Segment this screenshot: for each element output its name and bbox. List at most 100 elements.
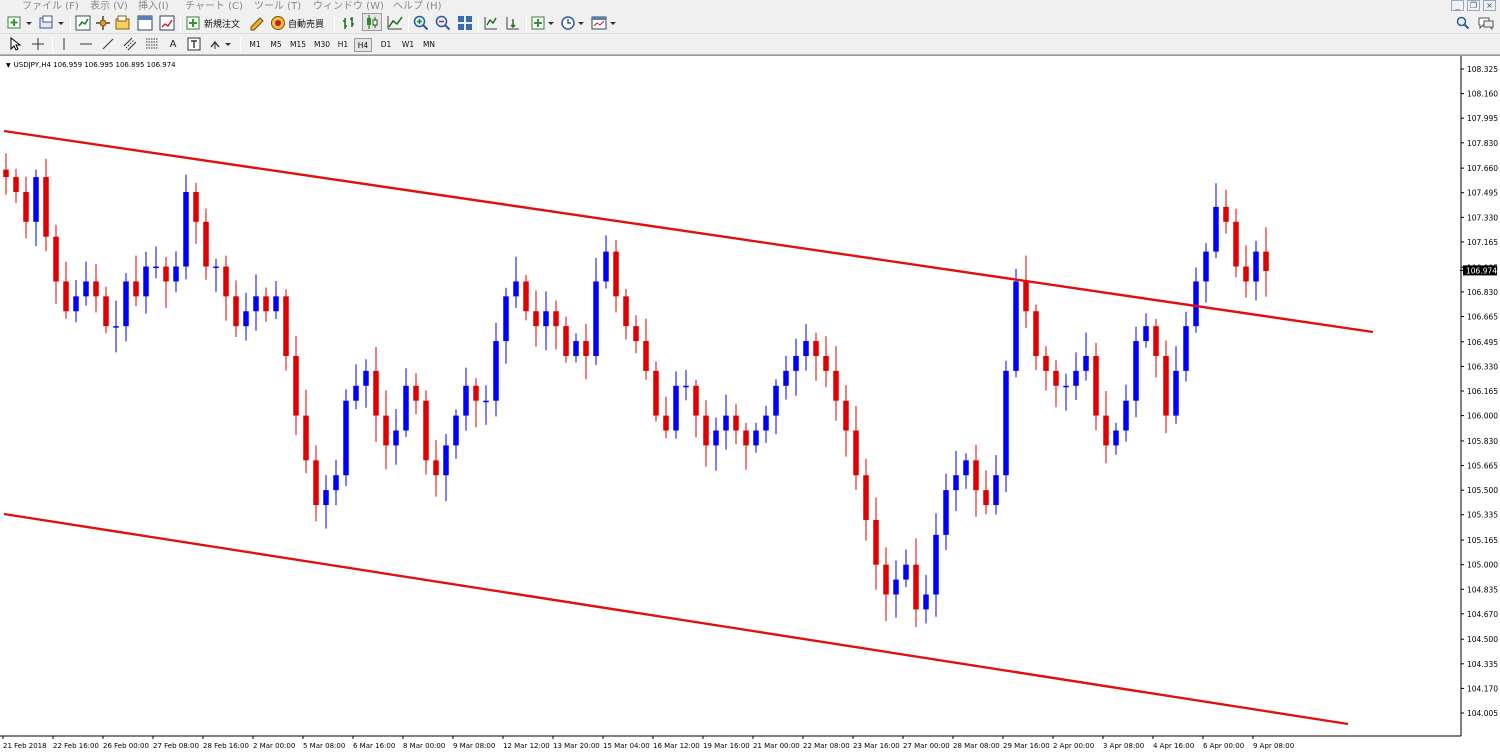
price-chart[interactable]: 108.325 108.160 107.995 107.830 107.660 107.4… xyxy=(0,55,1500,752)
bullish-candle xyxy=(33,177,39,222)
indicators-icon xyxy=(531,16,554,30)
menu-view[interactable]: 表示 (V) xyxy=(90,0,128,12)
zoom-out-icon xyxy=(435,15,451,31)
strategy-tester-button[interactable] xyxy=(158,14,176,32)
market-watch-button[interactable] xyxy=(74,14,92,32)
terminal-button[interactable] xyxy=(136,14,154,32)
price-tick-label: 106.000 xyxy=(1467,412,1498,421)
bullish-candle xyxy=(963,460,969,476)
trendline-button[interactable] xyxy=(100,35,116,53)
arrows-button[interactable] xyxy=(208,35,234,53)
periods-button[interactable] xyxy=(560,14,586,32)
bullish-candle xyxy=(573,341,579,356)
new-order-button[interactable]: 新規注文 xyxy=(186,14,240,32)
navigator-button[interactable] xyxy=(94,14,112,32)
bullish-candle xyxy=(543,311,549,327)
time-tick-label: 22 Feb 16:00 xyxy=(53,742,99,750)
vertical-line-button[interactable] xyxy=(58,35,70,53)
price-tick-label: 105.335 xyxy=(1467,511,1498,520)
horizontal-line-button[interactable] xyxy=(78,35,94,53)
bearish-candle xyxy=(413,385,419,401)
equidistant-channel-button[interactable] xyxy=(122,35,138,53)
metaeditor-button[interactable] xyxy=(248,14,266,32)
text-label-button[interactable] xyxy=(186,35,202,53)
indicators-button[interactable] xyxy=(530,14,556,32)
bullish-candle xyxy=(113,326,119,328)
timeframe-mn[interactable]: MN xyxy=(420,38,438,52)
bearish-candle xyxy=(3,169,9,178)
bearish-candle xyxy=(983,490,989,506)
crosshair-button[interactable] xyxy=(30,35,46,53)
new-chart-button[interactable] xyxy=(6,14,34,32)
templates-button[interactable] xyxy=(590,14,618,32)
bearish-candle xyxy=(533,311,539,327)
menu-chart[interactable]: チャート (C) xyxy=(185,0,243,12)
price-tick-label: 105.165 xyxy=(1467,536,1498,545)
bearish-candle xyxy=(873,519,879,565)
profiles-button[interactable] xyxy=(38,14,66,32)
fibonacci-button[interactable] xyxy=(144,35,160,53)
chat-button[interactable] xyxy=(1478,15,1494,34)
timeframe-d1[interactable]: D1 xyxy=(378,38,394,52)
zoom-out-button[interactable] xyxy=(434,14,452,32)
chart-menu-triangle-icon[interactable]: ▼ xyxy=(6,62,11,69)
bullish-candle xyxy=(123,281,129,327)
bullish-candle xyxy=(1173,370,1179,416)
bearish-candle xyxy=(643,341,649,371)
tile-windows-button[interactable] xyxy=(456,14,474,32)
minimize-button[interactable]: _ xyxy=(1451,0,1464,11)
crosshair-icon xyxy=(32,38,44,50)
timeframe-m30[interactable]: M30 xyxy=(312,38,332,52)
timeframe-m5[interactable]: M5 xyxy=(268,38,284,52)
current-price-label: 106.974 xyxy=(1466,266,1497,275)
price-tick-label: 106.165 xyxy=(1467,387,1498,396)
chat-icon xyxy=(1478,17,1494,31)
timeframe-w1[interactable]: W1 xyxy=(400,38,416,52)
restore-button[interactable]: ❐ xyxy=(1467,0,1480,11)
fibonacci-icon xyxy=(146,38,158,49)
bearish-candle xyxy=(223,266,229,297)
cursor-button[interactable] xyxy=(8,35,22,53)
bullish-candle xyxy=(213,266,219,269)
bullish-candle xyxy=(993,475,999,506)
chart-ohlc-header: USDJPY,H4 106.959 106.995 106.895 106.97… xyxy=(13,61,176,69)
auto-trading-button[interactable]: 自動売買 xyxy=(270,14,324,32)
channel-upper-line xyxy=(3,129,1374,334)
menu-tools[interactable]: ツール (T) xyxy=(254,0,301,12)
line-chart-button[interactable] xyxy=(386,14,404,32)
menu-help[interactable]: ヘルプ (H) xyxy=(393,0,442,12)
timeframe-h4[interactable]: H4 xyxy=(354,38,372,52)
menu-insert[interactable]: 挿入(I) xyxy=(138,0,169,12)
chart-shift-button[interactable] xyxy=(482,14,500,32)
candlestick-button[interactable] xyxy=(362,13,382,31)
close-button[interactable]: × xyxy=(1483,0,1496,11)
menu-window[interactable]: ウィンドウ (W) xyxy=(313,0,384,12)
bar-chart-button[interactable] xyxy=(340,14,358,32)
bullish-candle xyxy=(893,579,899,595)
zoom-in-button[interactable] xyxy=(412,14,430,32)
timeframe-h1[interactable]: H1 xyxy=(336,38,350,52)
time-tick-label: 28 Feb 16:00 xyxy=(203,742,249,750)
bearish-candle xyxy=(1033,311,1039,356)
bearish-candle xyxy=(1053,370,1059,386)
autoscroll-button[interactable] xyxy=(504,14,522,32)
text-button[interactable]: A xyxy=(166,35,180,53)
bullish-candle xyxy=(933,534,939,595)
bearish-candle xyxy=(383,415,389,446)
timeframe-m15[interactable]: M15 xyxy=(288,38,308,52)
menu-file[interactable]: ファイル (F) xyxy=(22,0,79,12)
bullish-candle xyxy=(153,266,159,269)
auto-trading-label: 自動売買 xyxy=(288,19,325,30)
window-controls: _ ❐ × xyxy=(1451,0,1496,12)
chart-shift-icon xyxy=(484,17,497,30)
bullish-candle xyxy=(513,281,519,297)
time-tick-label: 26 Feb 00:00 xyxy=(103,742,149,750)
bullish-candle xyxy=(253,296,259,312)
search-button[interactable] xyxy=(1456,15,1470,34)
vertical-line-icon xyxy=(63,38,65,50)
data-window-button[interactable] xyxy=(114,14,132,32)
auto-trading-icon xyxy=(271,16,285,30)
bullish-candle xyxy=(1253,251,1259,282)
timeframe-m1[interactable]: M1 xyxy=(246,38,264,52)
chart-canvas: 108.325 108.160 107.995 107.830 107.660 107.4… xyxy=(0,56,1498,750)
